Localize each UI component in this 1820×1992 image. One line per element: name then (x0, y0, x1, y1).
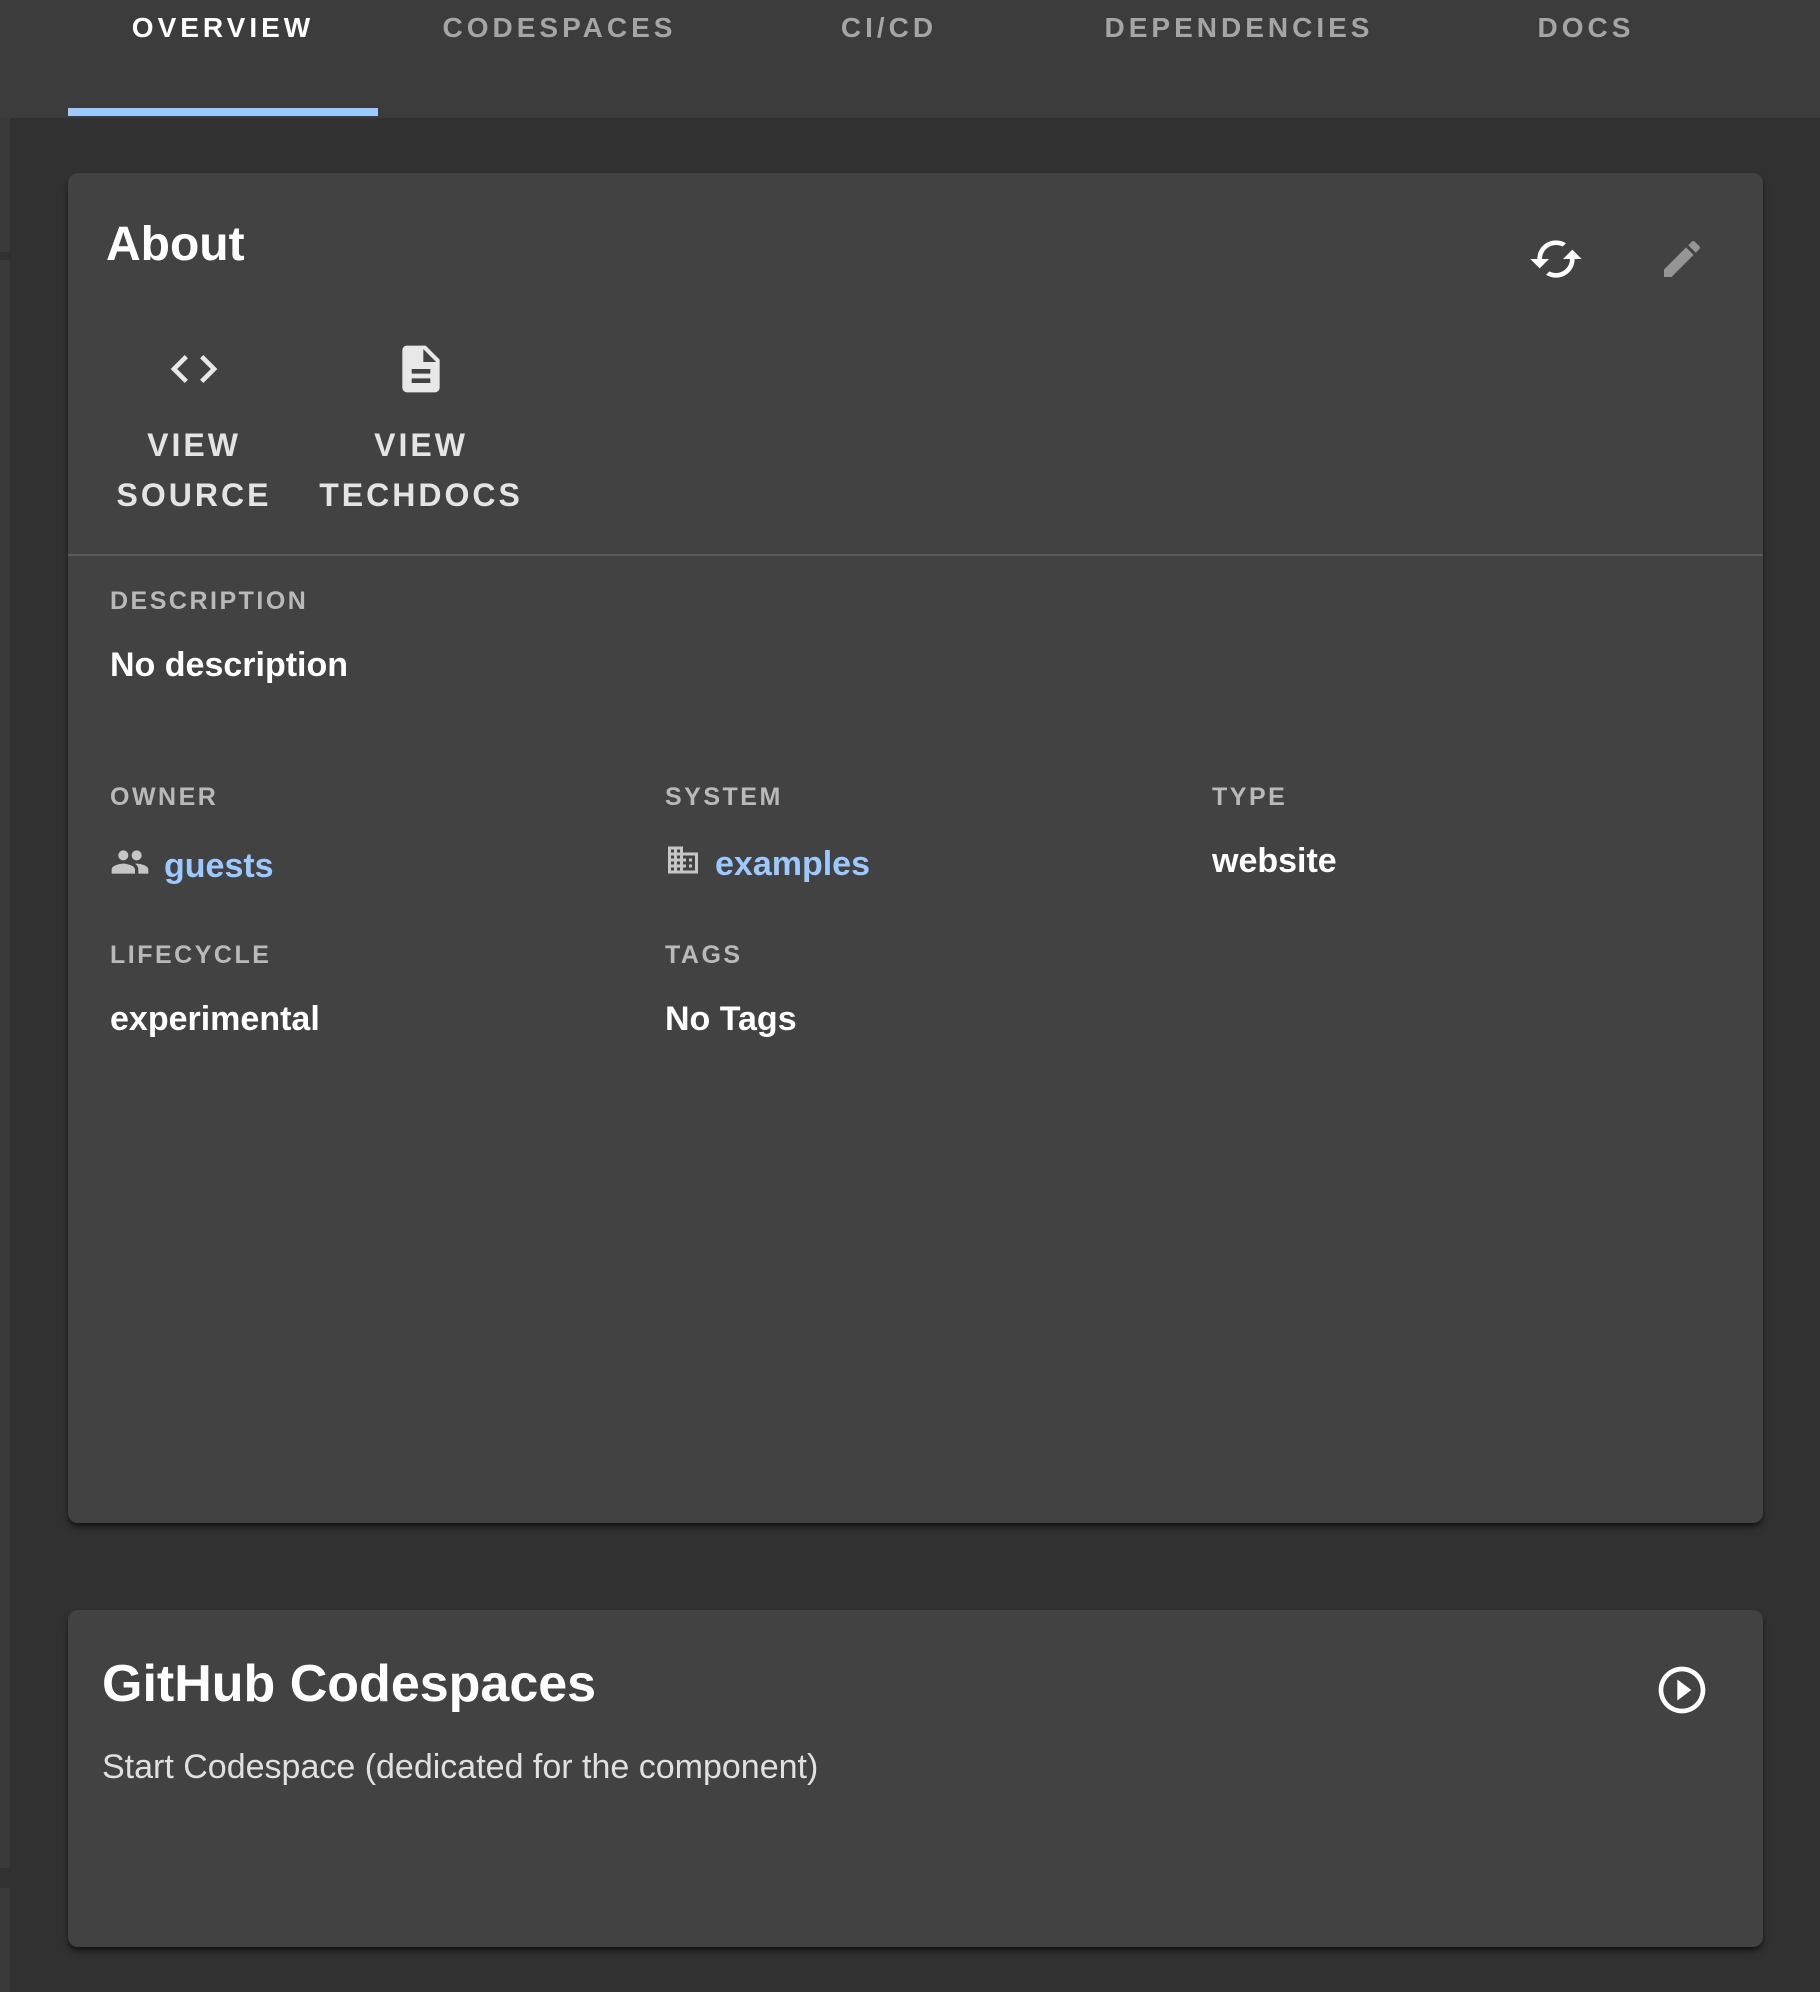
tab-cicd[interactable]: CI/CD (741, 0, 1037, 118)
edit-button[interactable] (1658, 235, 1706, 283)
tab-docs[interactable]: DOCS (1441, 0, 1731, 118)
owner-value: guests (164, 847, 274, 886)
refresh-button[interactable] (1528, 231, 1584, 287)
field-type: TYPE website (1212, 783, 1337, 881)
description-value: No description (110, 646, 348, 685)
about-card: About VIEW SOURCE VIEW TECHDOCS (68, 173, 1763, 1523)
about-card-title: About (106, 217, 245, 272)
tags-label: TAGS (665, 941, 797, 970)
owner-link[interactable]: guests (110, 842, 274, 891)
view-techdocs-label: VIEW TECHDOCS (306, 420, 536, 520)
entity-tab-bar: OVERVIEW CODESPACES CI/CD DEPENDENCIES D… (0, 0, 1820, 118)
system-value: examples (715, 845, 870, 884)
lifecycle-label: LIFECYCLE (110, 941, 320, 970)
tab-list: OVERVIEW CODESPACES CI/CD DEPENDENCIES D… (68, 0, 1731, 118)
left-panel-edge (0, 260, 10, 1868)
left-panel-edge (0, 1888, 10, 1992)
play-circle-icon (1654, 1662, 1710, 1718)
tags-value: No Tags (665, 1000, 797, 1039)
edit-icon (1658, 235, 1706, 283)
left-panel-edge (0, 118, 10, 252)
owner-label: OWNER (110, 783, 274, 812)
type-label: TYPE (1212, 783, 1337, 812)
tab-codespaces[interactable]: CODESPACES (378, 0, 741, 118)
people-icon (110, 842, 150, 891)
lifecycle-value: experimental (110, 1000, 320, 1039)
field-description: DESCRIPTION No description (110, 587, 348, 685)
card-divider (68, 554, 1763, 556)
view-source-label: VIEW SOURCE (104, 420, 284, 520)
codespaces-card-title: GitHub Codespaces (102, 1654, 596, 1714)
techdocs-icon (393, 384, 449, 401)
tab-overview[interactable]: OVERVIEW (68, 0, 378, 118)
field-tags: TAGS No Tags (665, 941, 797, 1039)
codespaces-card-subtitle: Start Codespace (dedicated for the compo… (102, 1748, 818, 1787)
system-label: SYSTEM (665, 783, 870, 812)
system-icon (665, 842, 701, 887)
description-label: DESCRIPTION (110, 587, 348, 616)
field-system: SYSTEM examples (665, 783, 870, 887)
view-techdocs-link[interactable]: VIEW TECHDOCS (306, 341, 536, 520)
field-lifecycle: LIFECYCLE experimental (110, 941, 320, 1039)
type-value: website (1212, 842, 1337, 881)
codespaces-card: GitHub Codespaces Start Codespace (dedic… (68, 1610, 1763, 1947)
tab-dependencies[interactable]: DEPENDENCIES (1037, 0, 1441, 118)
view-source-link[interactable]: VIEW SOURCE (104, 341, 284, 520)
code-icon (166, 384, 222, 401)
start-codespace-button[interactable] (1654, 1662, 1710, 1718)
active-tab-indicator (68, 108, 378, 116)
field-owner: OWNER guests (110, 783, 274, 891)
system-link[interactable]: examples (665, 842, 870, 887)
refresh-icon (1528, 231, 1584, 287)
